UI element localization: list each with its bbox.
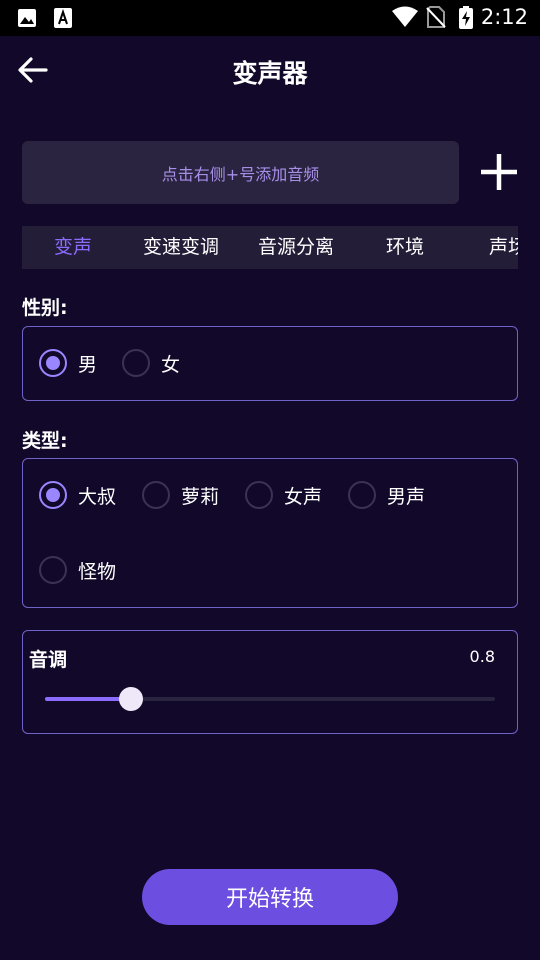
radio-gender-male[interactable]: 男 [39, 349, 97, 377]
radio-label: 女 [161, 353, 181, 376]
pitch-value: 0.8 [469, 647, 495, 666]
radio-label: 怪物 [78, 560, 117, 583]
clock: 2:12 [480, 5, 528, 29]
battery-charging-icon [459, 6, 473, 29]
tab-source-separation[interactable]: 音源分离 [258, 226, 334, 269]
radio-label: 大叔 [78, 485, 117, 508]
radio-label: 女声 [284, 485, 323, 508]
tab-bar: 变声 变速变调 音源分离 环境 声场 [22, 226, 518, 269]
wifi-icon [392, 6, 418, 27]
page-title: 变声器 [232, 59, 308, 88]
status-bar: 2:12 [0, 0, 540, 36]
audio-picker[interactable]: 点击右侧+号添加音频 [22, 141, 459, 204]
radio-unchecked-icon [122, 349, 150, 377]
radio-checked-icon [39, 481, 67, 509]
no-sim-icon [426, 6, 446, 28]
type-label: 类型: [22, 430, 68, 452]
radio-type-uncle[interactable]: 大叔 [39, 481, 116, 509]
radio-unchecked-icon [39, 556, 67, 584]
image-icon [18, 9, 36, 27]
radio-type-loli[interactable]: 萝莉 [142, 481, 219, 509]
plus-icon[interactable] [479, 152, 519, 192]
pitch-slider-thumb[interactable] [118, 687, 143, 711]
type-panel: 大叔 萝莉 女声 男声 怪物 [22, 458, 518, 608]
radio-checked-icon [39, 349, 67, 377]
pitch-slider[interactable] [45, 687, 495, 711]
tab-voice-change[interactable]: 变声 [54, 226, 92, 269]
radio-unchecked-icon [348, 481, 376, 509]
radio-label: 萝莉 [181, 485, 220, 508]
gender-panel: 男 女 [22, 326, 518, 401]
radio-type-female-voice[interactable]: 女声 [245, 481, 322, 509]
radio-label: 男 [78, 353, 98, 376]
pitch-panel: 音调 0.8 [22, 630, 518, 734]
radio-unchecked-icon [245, 481, 273, 509]
pitch-label: 音调 [29, 649, 68, 671]
radio-type-monster[interactable]: 怪物 [39, 556, 116, 584]
tab-speed-pitch[interactable]: 变速变调 [143, 226, 219, 269]
font-download-icon [54, 8, 72, 28]
start-convert-label: 开始转换 [225, 887, 314, 912]
tab-sound-field[interactable]: 声场 [489, 226, 518, 269]
radio-gender-female[interactable]: 女 [122, 349, 180, 377]
audio-picker-placeholder: 点击右侧+号添加音频 [161, 164, 320, 184]
start-convert-button[interactable]: 开始转换 [142, 869, 398, 925]
pitch-slider-fill [45, 697, 131, 701]
radio-type-male-voice[interactable]: 男声 [348, 481, 425, 509]
radio-unchecked-icon [142, 481, 170, 509]
gender-label: 性别: [22, 297, 68, 319]
radio-label: 男声 [387, 485, 426, 508]
tab-environment[interactable]: 环境 [386, 226, 424, 269]
app-bar: 变声器 [0, 36, 540, 106]
